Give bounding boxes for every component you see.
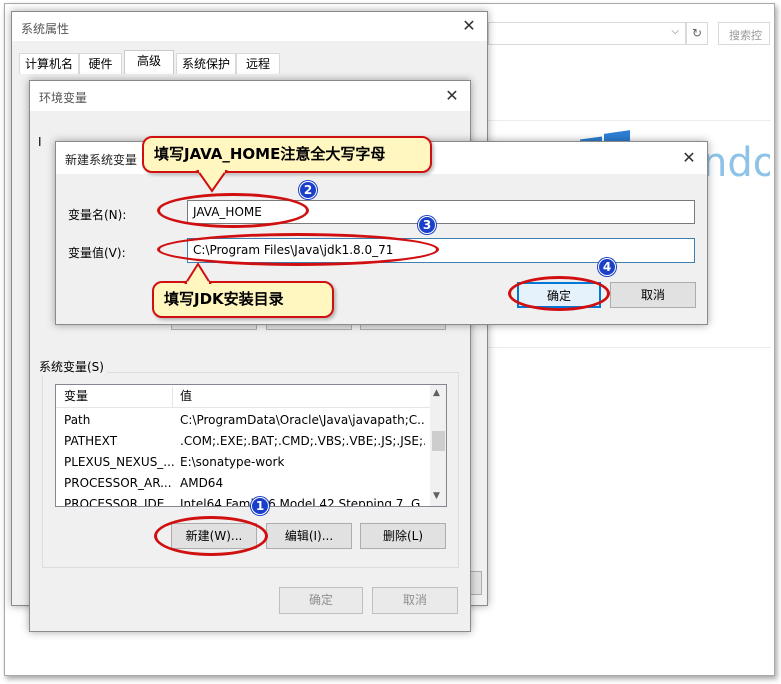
table-row[interactable]: PROCESSOR_IDE... Intel64 Family 6 Model … <box>56 494 430 507</box>
callout-java-home-tail <box>196 169 228 193</box>
env-cancel-button[interactable]: 取消 <box>372 587 458 614</box>
column-header-name[interactable]: 变量 <box>64 386 174 407</box>
refresh-button[interactable]: ↻ <box>686 22 708 45</box>
variable-value-label: 变量值(V): <box>68 246 126 260</box>
search-placeholder: 搜索控 <box>729 29 762 42</box>
step-2-badge: 2 <box>299 181 317 199</box>
scroll-down-icon[interactable]: ▼ <box>433 491 440 501</box>
column-header-value[interactable]: 值 <box>180 386 425 407</box>
user-vars-label-fragment: I <box>38 135 42 149</box>
callout-java-home: 填写JAVA_HOME注意全大写字母 <box>142 136 432 173</box>
table-row[interactable]: Path C:\ProgramData\Oracle\Java\javapath… <box>56 410 430 431</box>
row-name: PLEXUS_NEXUS_... <box>64 455 174 469</box>
highlight-variable-name <box>157 193 309 228</box>
window-title: 新建系统变量 <box>65 153 138 167</box>
window-title: 系统属性 <box>21 22 70 36</box>
tab-advanced[interactable]: 高级 <box>124 50 174 74</box>
tab-hardware[interactable]: 硬件 <box>79 53 122 74</box>
row-value: C:\ProgramData\Oracle\Java\javapath;C... <box>180 413 425 427</box>
windows-brand-text: ndo <box>702 140 770 186</box>
row-name: Path <box>64 413 91 427</box>
row-name: PATHEXT <box>64 434 118 448</box>
row-value: Intel64 Family 6 Model 42 Stepping 7, G.… <box>180 497 425 507</box>
row-value: AMD64 <box>180 476 224 490</box>
scroll-thumb[interactable] <box>432 431 445 451</box>
row-name: PROCESSOR_IDE... <box>64 497 174 507</box>
variable-name-label: 变量名(N): <box>68 208 127 222</box>
close-icon[interactable]: ✕ <box>679 148 699 168</box>
tab-remote[interactable]: 远程 <box>236 53 280 74</box>
highlight-new-button <box>154 516 268 556</box>
row-value: .COM;.EXE;.BAT;.CMD;.VBS;.VBE;.JS;.JSE;.… <box>180 434 425 448</box>
step-1-badge: 1 <box>251 497 269 515</box>
callout-jdk-dir: 填写JDK安装目录 <box>152 281 334 318</box>
close-icon[interactable]: ✕ <box>459 16 479 36</box>
table-row[interactable]: PROCESSOR_AR... AMD64 <box>56 473 430 494</box>
vertical-scrollbar[interactable]: ▲ ▼ <box>430 385 446 506</box>
close-icon[interactable]: ✕ <box>442 86 462 106</box>
env-ok-button[interactable]: 确定 <box>279 587 363 614</box>
title-bar: 环境变量 ✕ <box>30 81 470 111</box>
refresh-icon: ↻ <box>691 26 703 40</box>
scroll-up-icon[interactable]: ▲ <box>433 388 440 398</box>
tab-computer-name[interactable]: 计算机名 <box>19 53 79 74</box>
highlight-ok-button <box>508 276 610 311</box>
list-header: 变量 值 <box>56 386 430 408</box>
edit-button[interactable]: 编辑(I)... <box>266 523 352 549</box>
table-row[interactable]: PATHEXT .COM;.EXE;.BAT;.CMD;.VBS;.VBE;.J… <box>56 431 430 452</box>
title-bar: 系统属性 ✕ <box>12 12 487 41</box>
callout-jdk-dir-tail <box>184 262 212 284</box>
system-vars-label: 系统变量(S) <box>36 358 107 375</box>
window-title: 环境变量 <box>39 91 88 105</box>
search-box[interactable]: 搜索控 <box>718 22 770 45</box>
row-value: E:\sonatype-work <box>180 455 285 469</box>
step-3-badge: 3 <box>418 216 436 234</box>
address-bar[interactable]: ⌵ <box>488 22 686 45</box>
delete-button[interactable]: 删除(L) <box>360 523 446 549</box>
tab-system-protection[interactable]: 系统保护 <box>176 53 236 74</box>
table-row[interactable]: PLEXUS_NEXUS_... E:\sonatype-work <box>56 452 430 473</box>
chevron-down-icon[interactable]: ⌵ <box>671 26 679 37</box>
system-vars-list[interactable]: 变量 值 Path C:\ProgramData\Oracle\Java\jav… <box>55 384 447 507</box>
step-4-badge: 4 <box>598 258 616 276</box>
row-name: PROCESSOR_AR... <box>64 476 172 490</box>
dialog-cancel-button[interactable]: 取消 <box>610 282 696 308</box>
